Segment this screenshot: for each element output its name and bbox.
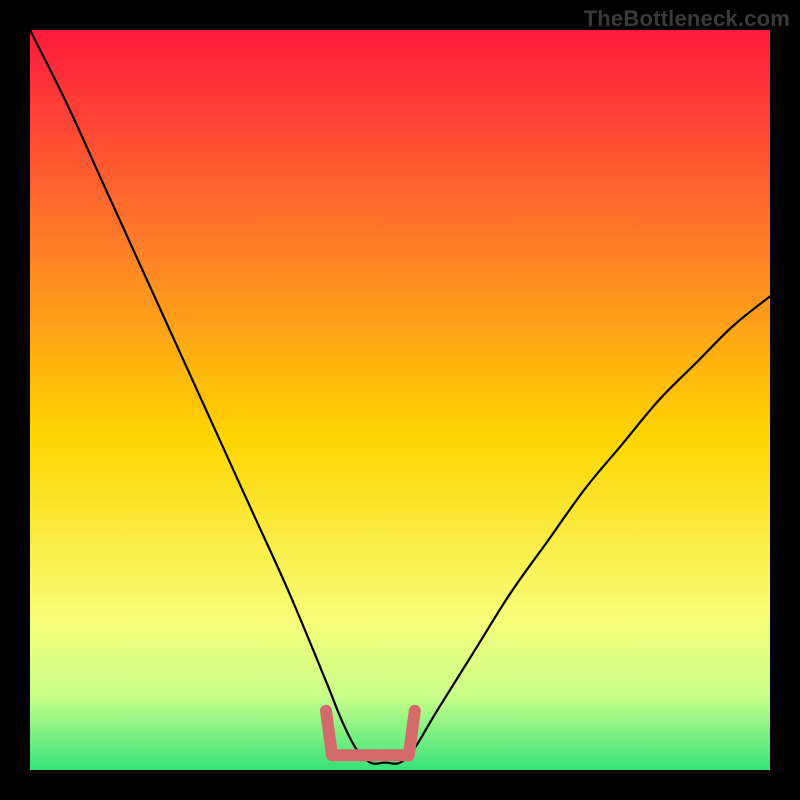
app-frame: TheBottleneck.com (0, 0, 800, 800)
chart-container (30, 30, 770, 770)
watermark-text: TheBottleneck.com (584, 6, 790, 32)
bottleneck-chart (30, 30, 770, 770)
